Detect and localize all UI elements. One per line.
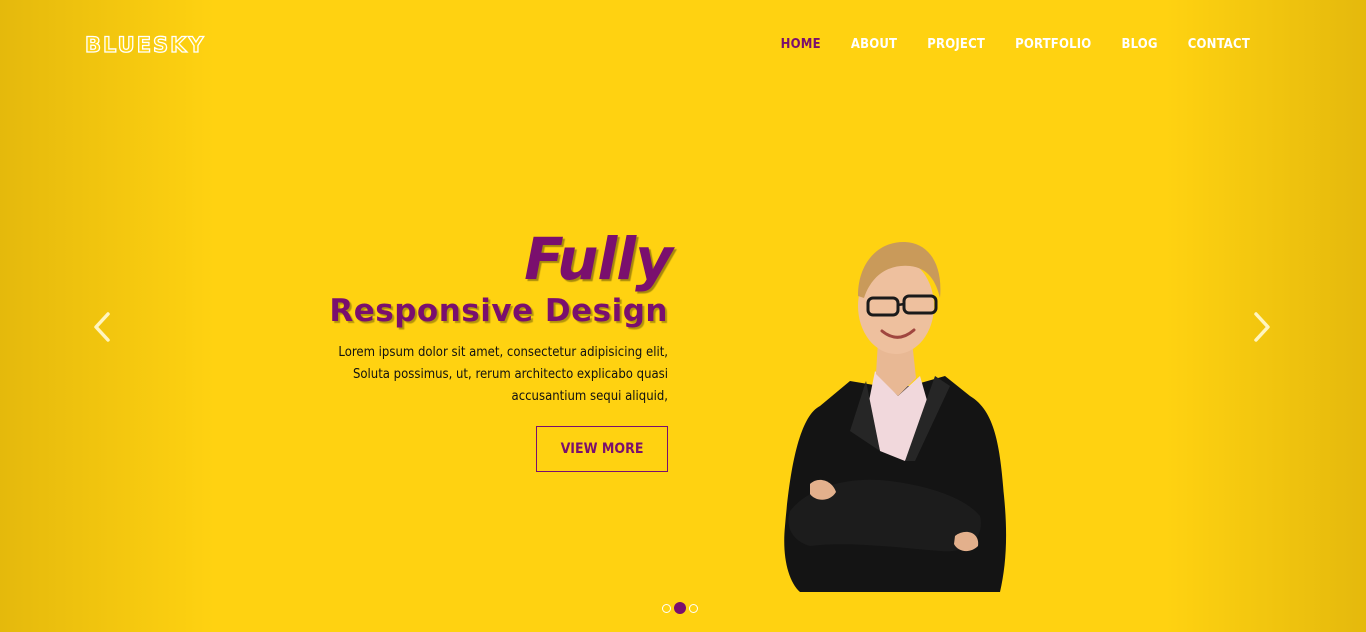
- carousel-dot-3[interactable]: [689, 603, 698, 613]
- nav-item-portfolio[interactable]: PORTFOLIO: [1015, 36, 1091, 54]
- hero-slider: BLUESKY HOME ABOUT PROJECT PORTFOLIO BLO…: [0, 0, 1366, 632]
- carousel-indicators: [662, 602, 698, 614]
- nav-item-about[interactable]: ABOUT: [851, 36, 897, 54]
- slide-subtitle: Responsive Design: [329, 293, 668, 329]
- view-more-button[interactable]: VIEW MORE: [536, 426, 668, 472]
- nav-item-contact[interactable]: CONTACT: [1188, 36, 1250, 54]
- carousel-dot-2[interactable]: [674, 602, 686, 614]
- nav-item-blog[interactable]: BLOG: [1121, 36, 1157, 54]
- nav-item-home[interactable]: HOME: [781, 36, 821, 54]
- next-slide-button[interactable]: [1250, 310, 1274, 344]
- nav-item-project[interactable]: PROJECT: [927, 36, 985, 54]
- main-nav: HOME ABOUT PROJECT PORTFOLIO BLOG CONTAC…: [781, 36, 1250, 54]
- slide-title: Fully: [524, 225, 673, 293]
- slide-description: Lorem ipsum dolor sit amet, consectetur …: [338, 345, 668, 404]
- site-logo[interactable]: BLUESKY: [84, 32, 206, 57]
- chevron-left-icon: [94, 312, 110, 342]
- carousel-dot-1[interactable]: [662, 603, 671, 613]
- prev-slide-button[interactable]: [90, 310, 114, 344]
- businesswoman-image: [784, 241, 1007, 592]
- chevron-right-icon: [1254, 312, 1270, 342]
